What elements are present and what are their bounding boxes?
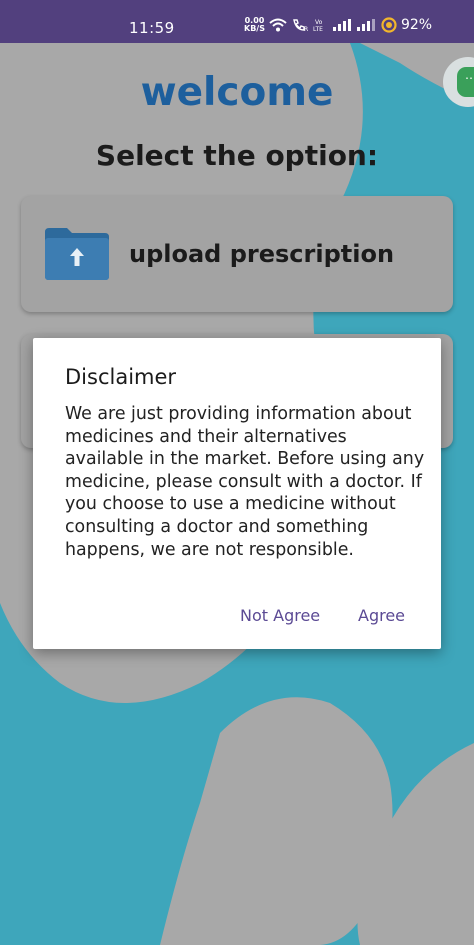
- signal-icon-2: [356, 19, 375, 31]
- status-bar: 11:59 0.00 KB/S R Vo LTE 92%: [0, 0, 474, 43]
- svg-text:R: R: [304, 26, 308, 32]
- signal-icon-1: [332, 19, 351, 31]
- dialog-message: We are just providing information about …: [65, 404, 425, 560]
- dialog-title: Disclaimer: [65, 365, 177, 389]
- status-time: 11:59: [129, 19, 175, 37]
- wifi-icon: [269, 18, 287, 32]
- disclaimer-dialog: Disclaimer We are just providing informa…: [33, 338, 441, 649]
- status-icons: 0.00 KB/S R Vo LTE 92%: [244, 16, 433, 34]
- wifi-calling-icon: R: [293, 19, 308, 32]
- volte-icon: Vo LTE: [313, 19, 323, 32]
- battery-saver-icon: [381, 17, 397, 33]
- not-agree-button[interactable]: Not Agree: [240, 606, 320, 625]
- svg-text:Vo: Vo: [315, 19, 323, 26]
- battery-level: 92%: [400, 17, 433, 33]
- agree-button[interactable]: Agree: [358, 606, 405, 625]
- data-speed: 0.00 KB/S: [244, 16, 265, 33]
- svg-text:LTE: LTE: [313, 26, 323, 32]
